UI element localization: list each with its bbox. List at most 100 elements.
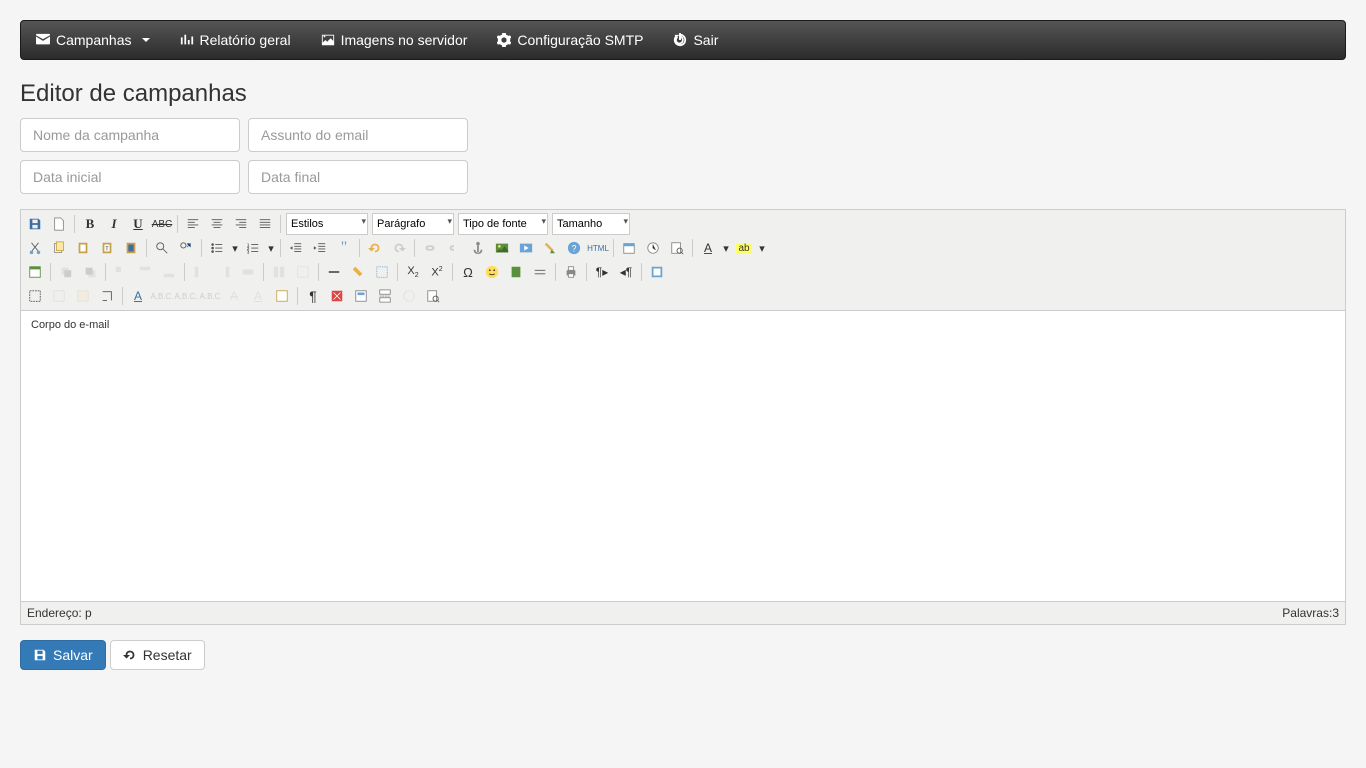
- table-props-icon[interactable]: [292, 261, 314, 283]
- iespell-icon[interactable]: [505, 261, 527, 283]
- advhr-icon[interactable]: [529, 261, 551, 283]
- font-size-select[interactable]: Tamanho: [552, 213, 630, 235]
- unordered-list-dropdown-icon[interactable]: ▾: [230, 237, 240, 259]
- ltr-icon[interactable]: ¶▸: [591, 261, 613, 283]
- insert-row-after-icon[interactable]: [134, 261, 156, 283]
- visualchars-icon[interactable]: [271, 285, 293, 307]
- align-right-icon[interactable]: [230, 213, 252, 235]
- html-source-icon[interactable]: HTML: [587, 237, 609, 259]
- editor-path-value[interactable]: p: [85, 606, 92, 620]
- move-backward-icon[interactable]: [79, 261, 101, 283]
- cleanup-icon[interactable]: [539, 237, 561, 259]
- select-all-icon[interactable]: [24, 285, 46, 307]
- del-element-icon[interactable]: A: [223, 285, 245, 307]
- paste-text-icon[interactable]: T: [96, 237, 118, 259]
- date-start-input[interactable]: [20, 160, 240, 194]
- insert-image-icon[interactable]: [491, 237, 513, 259]
- date-end-input[interactable]: [248, 160, 468, 194]
- bold-icon[interactable]: B: [79, 213, 101, 235]
- abbr-icon[interactable]: [96, 285, 118, 307]
- del-icon[interactable]: A.B.C.: [151, 285, 173, 307]
- redo-icon[interactable]: [388, 237, 410, 259]
- campaign-name-input[interactable]: [20, 118, 240, 152]
- attribs-icon[interactable]: A.B.C: [199, 285, 221, 307]
- reset-button[interactable]: Resetar: [110, 640, 205, 670]
- nav-images[interactable]: Imagens no servidor: [306, 20, 483, 60]
- absolute-icon[interactable]: [110, 261, 132, 283]
- insert-date-icon[interactable]: [618, 237, 640, 259]
- find-replace-icon[interactable]: [175, 237, 197, 259]
- rtl-icon[interactable]: ◂¶: [615, 261, 637, 283]
- fullscreen-icon[interactable]: [646, 261, 668, 283]
- pagebreak-icon[interactable]: [374, 285, 396, 307]
- emoticons-icon[interactable]: [481, 261, 503, 283]
- background-color-icon[interactable]: ab: [733, 237, 755, 259]
- email-subject-input[interactable]: [248, 118, 468, 152]
- ins-icon[interactable]: A.B.C.: [175, 285, 197, 307]
- cut-icon[interactable]: [24, 237, 46, 259]
- text-color-icon[interactable]: A: [697, 237, 719, 259]
- paste-word-icon[interactable]: [120, 237, 142, 259]
- unlink-icon[interactable]: [443, 237, 465, 259]
- ordered-list-dropdown-icon[interactable]: ▾: [266, 237, 276, 259]
- align-left-icon[interactable]: [182, 213, 204, 235]
- nonbreaking-icon[interactable]: [326, 285, 348, 307]
- template-icon[interactable]: [350, 285, 372, 307]
- font-family-select[interactable]: Tipo de fonte: [458, 213, 548, 235]
- anchor-icon[interactable]: [467, 237, 489, 259]
- nav-report[interactable]: Relatório geral: [165, 20, 306, 60]
- cite-icon[interactable]: [72, 285, 94, 307]
- insert-media-icon[interactable]: [515, 237, 537, 259]
- ins-element-icon[interactable]: A: [247, 285, 269, 307]
- insert-time-icon[interactable]: [642, 237, 664, 259]
- superscript-icon[interactable]: X2: [426, 261, 448, 283]
- text-color-dropdown-icon[interactable]: ▾: [721, 237, 731, 259]
- ordered-list-icon[interactable]: 123: [242, 237, 264, 259]
- insert-col-before-icon[interactable]: [213, 261, 235, 283]
- align-justify-icon[interactable]: [254, 213, 276, 235]
- nav-logout[interactable]: Sair: [658, 20, 733, 60]
- preview-icon[interactable]: [666, 237, 688, 259]
- separator: [297, 287, 298, 305]
- move-forward-icon[interactable]: [55, 261, 77, 283]
- insert-col-after-icon[interactable]: [189, 261, 211, 283]
- italic-icon[interactable]: I: [103, 213, 125, 235]
- outdent-icon[interactable]: [285, 237, 307, 259]
- insert-layer-icon[interactable]: [24, 261, 46, 283]
- print-icon[interactable]: [560, 261, 582, 283]
- copy-icon[interactable]: [48, 237, 70, 259]
- toggle-guidelines-icon[interactable]: [371, 261, 393, 283]
- spellcheck-icon[interactable]: [422, 285, 444, 307]
- blockquote-icon[interactable]: ": [333, 237, 355, 259]
- subscript-icon[interactable]: X2: [402, 261, 424, 283]
- style-props-icon[interactable]: [48, 285, 70, 307]
- editor-body[interactable]: Corpo do e-mail: [21, 311, 1345, 601]
- find-icon[interactable]: [151, 237, 173, 259]
- strikethrough-icon[interactable]: ABC: [151, 213, 173, 235]
- split-cells-icon[interactable]: [237, 261, 259, 283]
- new-document-icon[interactable]: [48, 213, 70, 235]
- nav-smtp-config[interactable]: Configuração SMTP: [482, 20, 658, 60]
- link-icon[interactable]: [419, 237, 441, 259]
- paragraph-select[interactable]: Parágrafo: [372, 213, 454, 235]
- styles-select[interactable]: Estilos: [286, 213, 368, 235]
- undo-icon[interactable]: [364, 237, 386, 259]
- restore-draft-icon[interactable]: [398, 285, 420, 307]
- help-icon[interactable]: ?: [563, 237, 585, 259]
- nav-campaigns-dropdown[interactable]: Campanhas: [21, 20, 165, 60]
- remove-formatting-icon[interactable]: [347, 261, 369, 283]
- insert-row-before-icon[interactable]: [158, 261, 180, 283]
- align-center-icon[interactable]: [206, 213, 228, 235]
- paste-icon[interactable]: [72, 237, 94, 259]
- special-char-icon[interactable]: Ω: [457, 261, 479, 283]
- underline-icon[interactable]: U: [127, 213, 149, 235]
- background-color-dropdown-icon[interactable]: ▾: [757, 237, 767, 259]
- merge-cells-icon[interactable]: [268, 261, 290, 283]
- indent-icon[interactable]: [309, 237, 331, 259]
- horizontal-rule-icon[interactable]: [323, 261, 345, 283]
- save-button[interactable]: Salvar: [20, 640, 106, 670]
- unordered-list-icon[interactable]: [206, 237, 228, 259]
- acronym-icon[interactable]: A: [127, 285, 149, 307]
- save-icon[interactable]: [24, 213, 46, 235]
- show-invisible-icon[interactable]: ¶: [302, 285, 324, 307]
